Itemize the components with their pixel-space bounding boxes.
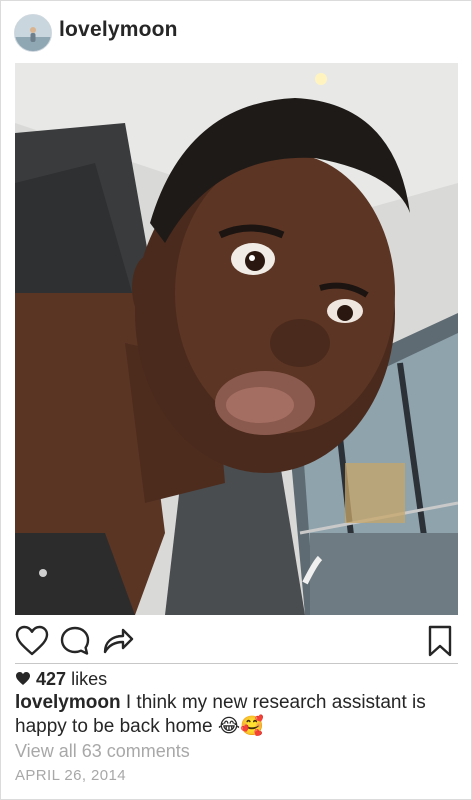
likes-number: 427 <box>36 669 67 689</box>
heart-outline-icon[interactable] <box>15 625 49 662</box>
post-date: APRIL 26, 2014 <box>15 767 126 784</box>
bookmark-icon[interactable] <box>427 625 453 662</box>
caption-emoji: 😂🥰 <box>217 716 264 737</box>
likes-count[interactable]: 427 likes <box>15 669 107 690</box>
share-arrow-icon[interactable] <box>101 625 135 662</box>
likes-label: likes <box>71 669 108 689</box>
caption-username[interactable]: lovelymoon <box>15 692 121 713</box>
speech-bubble-icon[interactable] <box>59 625 91 662</box>
post-photo[interactable] <box>15 63 458 615</box>
avatar-image <box>15 15 51 51</box>
avatar[interactable] <box>14 14 52 52</box>
action-bar <box>1 619 471 661</box>
heart-filled-icon <box>16 672 30 685</box>
post-header: lovelymoon <box>1 1 471 63</box>
view-all-comments-link[interactable]: View all 63 comments <box>15 741 190 762</box>
post-username[interactable]: lovelymoon <box>59 18 178 42</box>
caption: lovelymoon I think my new research assis… <box>15 691 455 739</box>
divider <box>15 663 458 664</box>
selfie-image <box>15 63 458 615</box>
post-card: lovelymoon 427 likes lovelymoon I think … <box>0 0 472 800</box>
